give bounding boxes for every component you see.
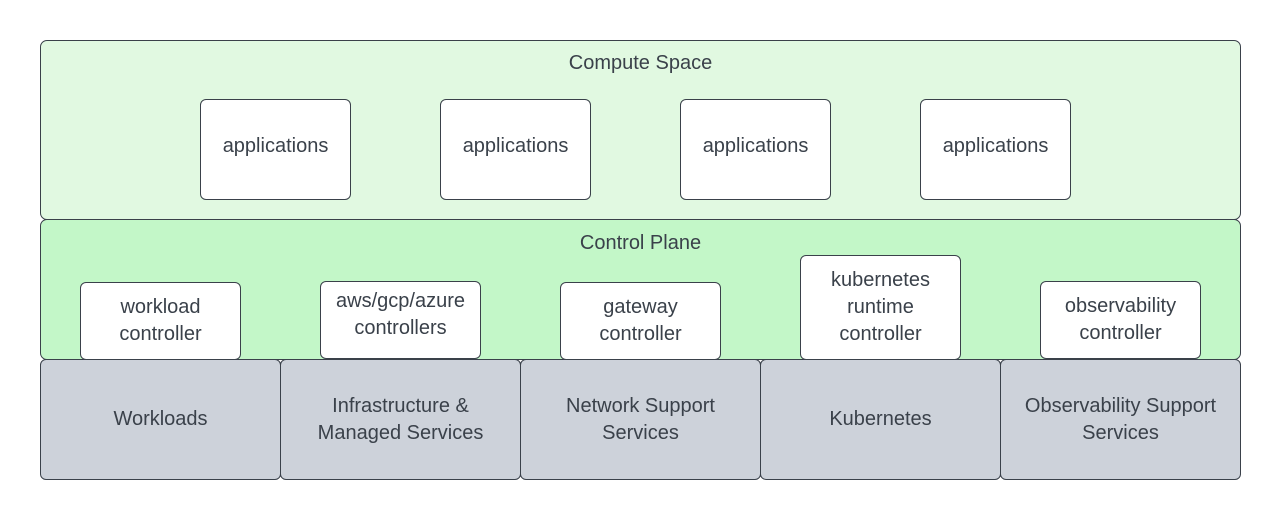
application-label: applications: [942, 135, 1049, 157]
service-label: Kubernetes: [829, 408, 932, 430]
service-label: Observability Support Services: [1024, 394, 1217, 444]
service-box-network[interactable]: Network Support Services: [520, 359, 761, 480]
control-plane-title: Control Plane: [579, 232, 702, 254]
service-box-kubernetes[interactable]: Kubernetes: [760, 359, 1001, 480]
controller-label: observability controller: [1064, 295, 1177, 344]
compute-space-title: Compute Space: [568, 52, 713, 74]
service-box-observability[interactable]: Observability Support Services: [1000, 359, 1241, 480]
application-box[interactable]: applications: [680, 99, 831, 200]
gateway-controller-box[interactable]: gateway controller: [560, 282, 721, 360]
cloud-controllers-box[interactable]: aws/gcp/azure controllers: [320, 281, 481, 359]
application-box[interactable]: applications: [440, 99, 591, 200]
observability-controller-box[interactable]: observability controller: [1040, 281, 1201, 359]
controller-label: kubernetes runtime controller: [831, 269, 930, 345]
application-label: applications: [702, 135, 809, 157]
service-box-infrastructure[interactable]: Infrastructure & Managed Services: [280, 359, 521, 480]
service-box-workloads[interactable]: Workloads: [40, 359, 281, 480]
controller-label: aws/gcp/azure controllers: [336, 290, 465, 339]
controller-label: gateway controller: [599, 296, 682, 345]
application-box[interactable]: applications: [200, 99, 351, 200]
kubernetes-runtime-controller-box[interactable]: kubernetes runtime controller: [800, 255, 961, 360]
service-label: Workloads: [113, 408, 208, 430]
service-label: Network Support Services: [566, 394, 715, 444]
controller-label: workload controller: [119, 296, 202, 345]
application-label: applications: [462, 135, 569, 157]
application-label: applications: [222, 135, 329, 157]
workload-controller-box[interactable]: workload controller: [80, 282, 241, 360]
application-box[interactable]: applications: [920, 99, 1071, 200]
service-label: Infrastructure & Managed Services: [317, 394, 484, 444]
